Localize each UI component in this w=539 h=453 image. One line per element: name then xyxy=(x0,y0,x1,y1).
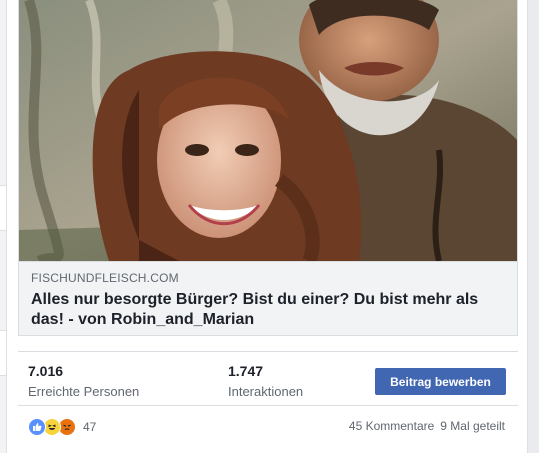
shares-count-link[interactable]: 9 Mal geteilt xyxy=(440,419,505,433)
preview-image[interactable] xyxy=(19,0,517,261)
boost-post-button[interactable]: Beitrag bewerben xyxy=(375,368,506,395)
right-gutter xyxy=(528,0,539,453)
engagement-counts: 45 Kommentare 9 Mal geteilt xyxy=(349,419,505,433)
interactions-label: Interaktionen xyxy=(228,384,304,399)
interactions-value: 1.747 xyxy=(228,363,264,379)
divider xyxy=(18,405,518,406)
divider xyxy=(18,351,518,352)
reach-value: 7.016 xyxy=(28,363,64,379)
reach-stat: 7.016 Erreichte Personen xyxy=(28,362,139,401)
reactions-summary[interactable]: 47 xyxy=(28,417,96,437)
link-headline[interactable]: Alles nur besorgte Bürger? Bist du einer… xyxy=(31,290,505,330)
interactions-stat: 1.747 Interaktionen xyxy=(228,362,303,401)
link-domain: FISCHUNDFLEISCH.COM xyxy=(31,271,179,285)
link-meta[interactable]: FISCHUNDFLEISCH.COM Alles nur besorgte B… xyxy=(19,261,517,335)
comments-count-link[interactable]: 45 Kommentare xyxy=(349,419,434,433)
link-preview[interactable]: FISCHUNDFLEISCH.COM Alles nur besorgte B… xyxy=(18,0,518,336)
preview-photo xyxy=(19,0,517,261)
reach-label: Erreichte Personen xyxy=(28,384,140,399)
reaction-count: 47 xyxy=(83,420,97,434)
like-icon xyxy=(28,418,46,436)
post-card: FISCHUNDFLEISCH.COM Alles nur besorgte B… xyxy=(6,0,528,453)
